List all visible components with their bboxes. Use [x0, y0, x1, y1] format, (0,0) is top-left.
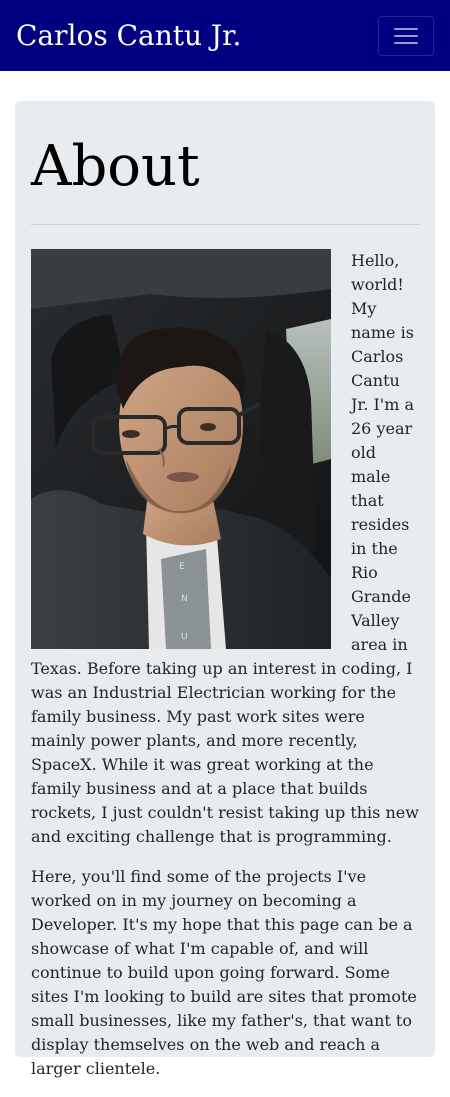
about-content: E N U Hello, world! My name is Carlos Ca…	[31, 249, 419, 1097]
about-card: About E N U Hello, world! My name is Car…	[15, 101, 435, 1078]
navbar-brand[interactable]: Carlos Cantu Jr.	[16, 16, 241, 56]
profile-photo: E N U	[31, 249, 331, 649]
svg-text:N: N	[181, 594, 188, 604]
about-heading: About	[31, 134, 200, 199]
navbar: Carlos Cantu Jr.	[0, 0, 450, 71]
divider	[31, 224, 419, 225]
about-paragraph-2: Here, you'll find some of the projects I…	[31, 867, 417, 1078]
svg-text:E: E	[179, 562, 185, 572]
hamburger-icon	[394, 26, 418, 46]
svg-text:U: U	[181, 632, 188, 642]
navbar-toggle-button[interactable]	[378, 16, 434, 56]
